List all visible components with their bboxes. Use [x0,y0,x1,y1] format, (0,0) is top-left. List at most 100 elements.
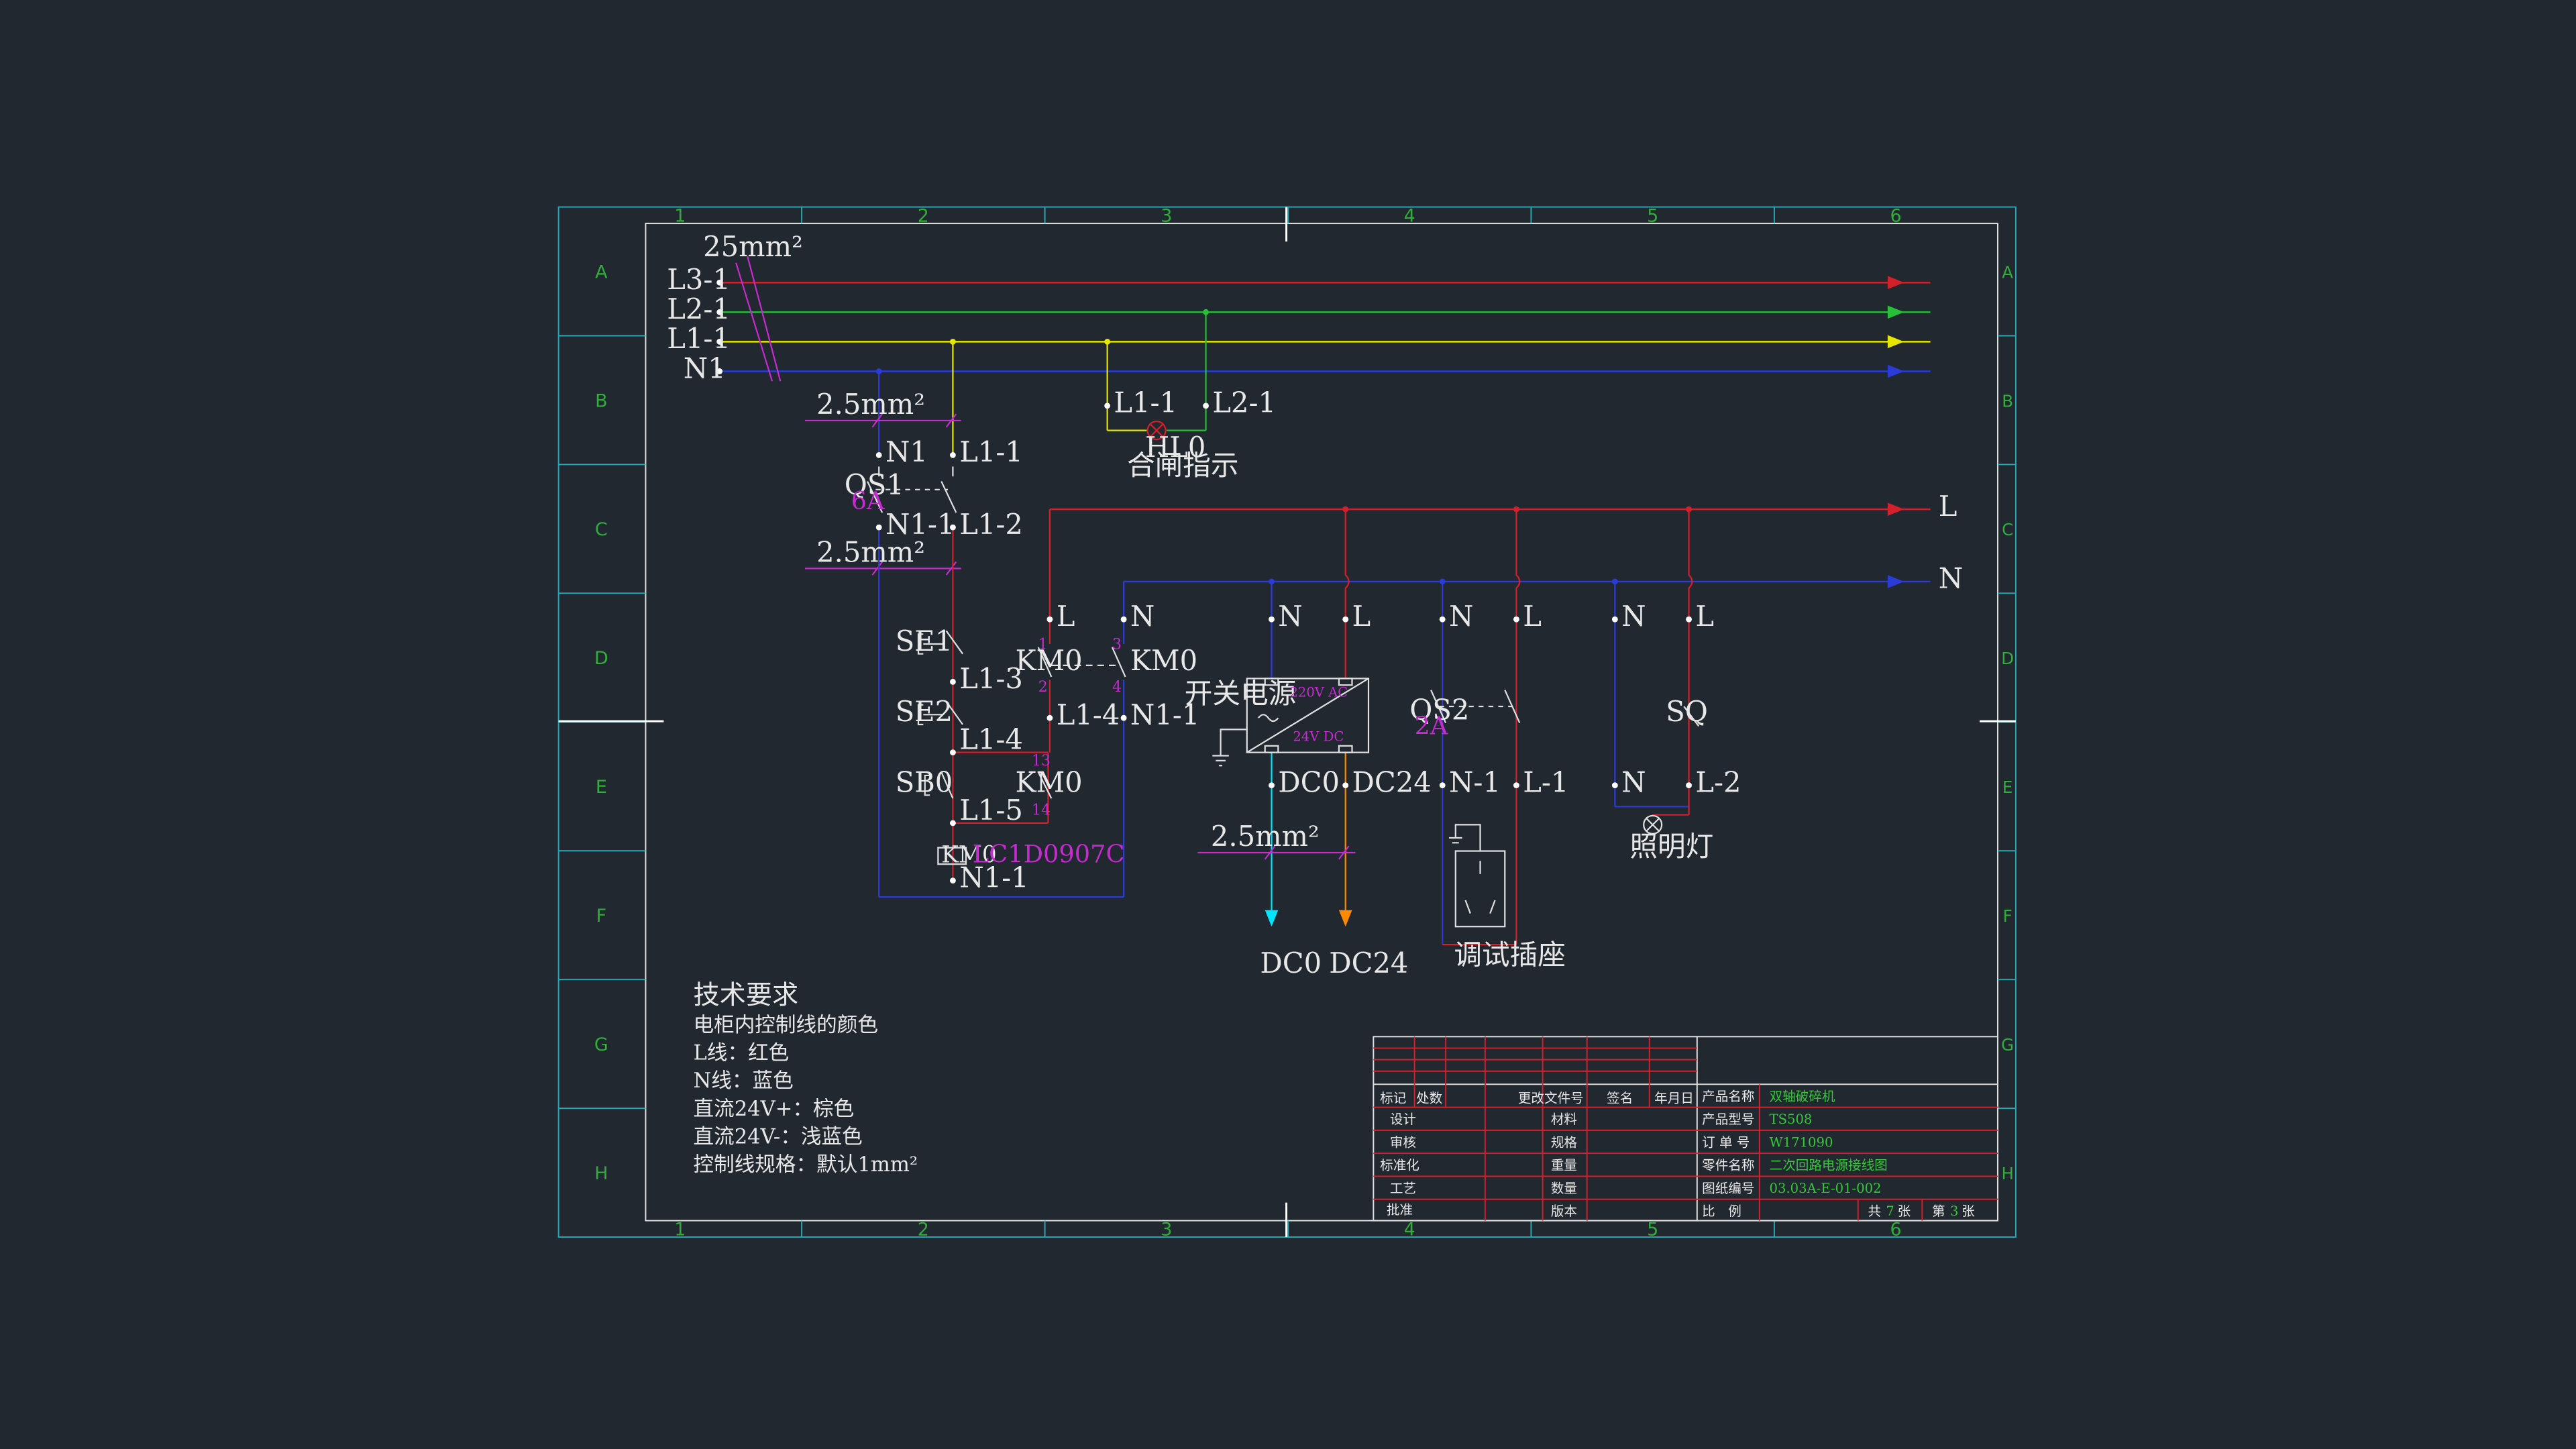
indicator-l1: L1-1 [1114,386,1177,419]
power-supply-ac: 220V AC [1289,684,1348,700]
arrow-icon [1887,364,1904,378]
zone-label: 4 [1404,206,1415,227]
power-supply-dc: 24V DC [1293,729,1344,744]
requirements-line: 直流24V+：棕色 [693,1097,854,1121]
tb-scale-label: 比 例 [1702,1203,1741,1219]
zone-label: B [2002,391,2013,411]
tb-part-label: 零件名称 [1702,1158,1754,1173]
bus-label-l1: L1-1 [667,322,731,355]
zone-label: E [2002,777,2012,797]
branch-b-l2: L-2 [1695,765,1741,798]
arrow-icon [1887,575,1904,588]
bus-label-l3: L3-1 [667,263,731,296]
arrow-icon [1887,305,1904,319]
terminal-n1-1b: N1-1 [959,861,1028,894]
tb-total: 7 [1886,1203,1894,1219]
zone-label: G [2001,1035,2014,1055]
zone-label: D [2001,649,2014,668]
arrow-icon [1338,910,1352,927]
zone-label: H [594,1163,608,1184]
zone-label: C [2002,520,2013,539]
terminal-l1-1: L1-1 [959,435,1023,468]
zone-label: F [2003,906,2012,926]
output-dc0: DC0 [1260,947,1322,979]
zone-label: 2 [918,206,929,227]
tb-hdr-mark: 标记 [1380,1090,1406,1106]
tb-approve: 批准 [1387,1202,1413,1218]
ground-icon [1212,729,1247,767]
lamp-label: 照明灯 [1629,830,1713,863]
contactor-km0-right: KM0 [1130,644,1197,677]
power-supply-dc24: DC24 [1352,765,1432,798]
power-supply-n: N [1278,600,1302,633]
tb-total-pre: 共 [1868,1203,1881,1219]
tb-process: 工艺 [1390,1181,1416,1196]
zone-label: 4 [1404,1220,1415,1240]
contactor-l: L [1057,600,1075,633]
zone-label: 1 [674,1220,686,1240]
tb-product-name-label: 产品名称 [1702,1089,1754,1104]
contactor-pin2: 2 [1038,679,1048,696]
contactor-pin4: 4 [1112,679,1122,696]
tb-sheet-suf: 张 [1962,1203,1975,1219]
arrow-icon [1887,502,1904,516]
requirements-line: N线：蓝色 [693,1069,793,1093]
tb-product-name: 双轴破碎机 [1770,1089,1835,1104]
sub-bus-l: L [1939,490,1957,523]
spec-label-1: 2.5mm² [816,388,925,421]
zone-label: 2 [918,1220,929,1240]
tb-sheet: 3 [1950,1203,1958,1219]
arrow-icon [1887,335,1904,349]
tb-quantity: 数量 [1551,1181,1577,1196]
cad-viewport[interactable]: 112233445566AABBCCDDEEFFGGHH 25mm² L3-1 … [0,0,2576,1449]
contactor-km0-left: KM0 [1015,644,1082,677]
aux-pin14: 14 [1032,802,1051,819]
tb-order-label: 订 单 号 [1702,1134,1750,1150]
zone-label: C [595,519,608,540]
tb-standard: 标准化 [1380,1158,1419,1173]
arrow-icon [1265,910,1279,927]
sq-label: SQ [1666,695,1708,728]
bus-label-n: N1 [684,352,726,384]
zone-label: 1 [674,206,686,227]
title-block [1373,1036,1998,1222]
requirements-line: 直流24V-：浅蓝色 [693,1125,862,1148]
arrow-icon [1887,276,1904,290]
requirements-line: L线：红色 [693,1042,789,1065]
zone-label: E [596,777,607,798]
branch-a-n: N [1449,600,1473,633]
tb-hdr-sign: 签名 [1607,1090,1633,1106]
requirements-line: 电柜内控制线的颜色 [693,1014,877,1037]
terminal-n1: N1 [885,435,928,468]
power-supply-dc0: DC0 [1278,765,1340,798]
tb-hdr-doc: 更改文件号 [1518,1090,1584,1106]
tb-weight: 重量 [1551,1158,1577,1173]
zone-label: 6 [1890,1220,1902,1240]
power-supply-spec: 2.5mm² [1211,820,1320,853]
sub-bus [1049,502,1931,620]
terminal-l1-4: L1-4 [959,723,1023,756]
tb-model: TS508 [1770,1112,1813,1127]
tb-order: W171090 [1770,1134,1833,1150]
tb-sheet-pre: 第 [1932,1203,1945,1219]
bus-label-l2: L2-1 [667,292,731,325]
tb-material: 材料 [1551,1112,1577,1127]
zone-label: D [594,648,608,669]
branch-a-n1: N-1 [1449,765,1501,798]
main-bus [716,256,1931,382]
requirements-title: 技术要求 [693,980,798,1010]
bus-cable-label: 25mm² [703,230,803,263]
power-supply-l: L [1352,600,1371,633]
indicator-name: 合闸指示 [1127,449,1239,482]
branch-b-l: L [1695,600,1714,633]
socket-label: 调试插座 [1454,938,1566,971]
requirements-line: 控制线规格：默认1mm² [693,1153,918,1177]
zone-label: B [595,390,607,411]
zone-label: H [2001,1164,2013,1183]
zone-label: A [595,262,608,282]
zone-label: G [594,1034,608,1055]
contactor-n: N [1130,600,1155,633]
spec-label-2: 2.5mm² [816,536,925,569]
tb-part: 二次回路电源接线图 [1770,1158,1888,1173]
tb-version: 版本 [1551,1203,1577,1219]
